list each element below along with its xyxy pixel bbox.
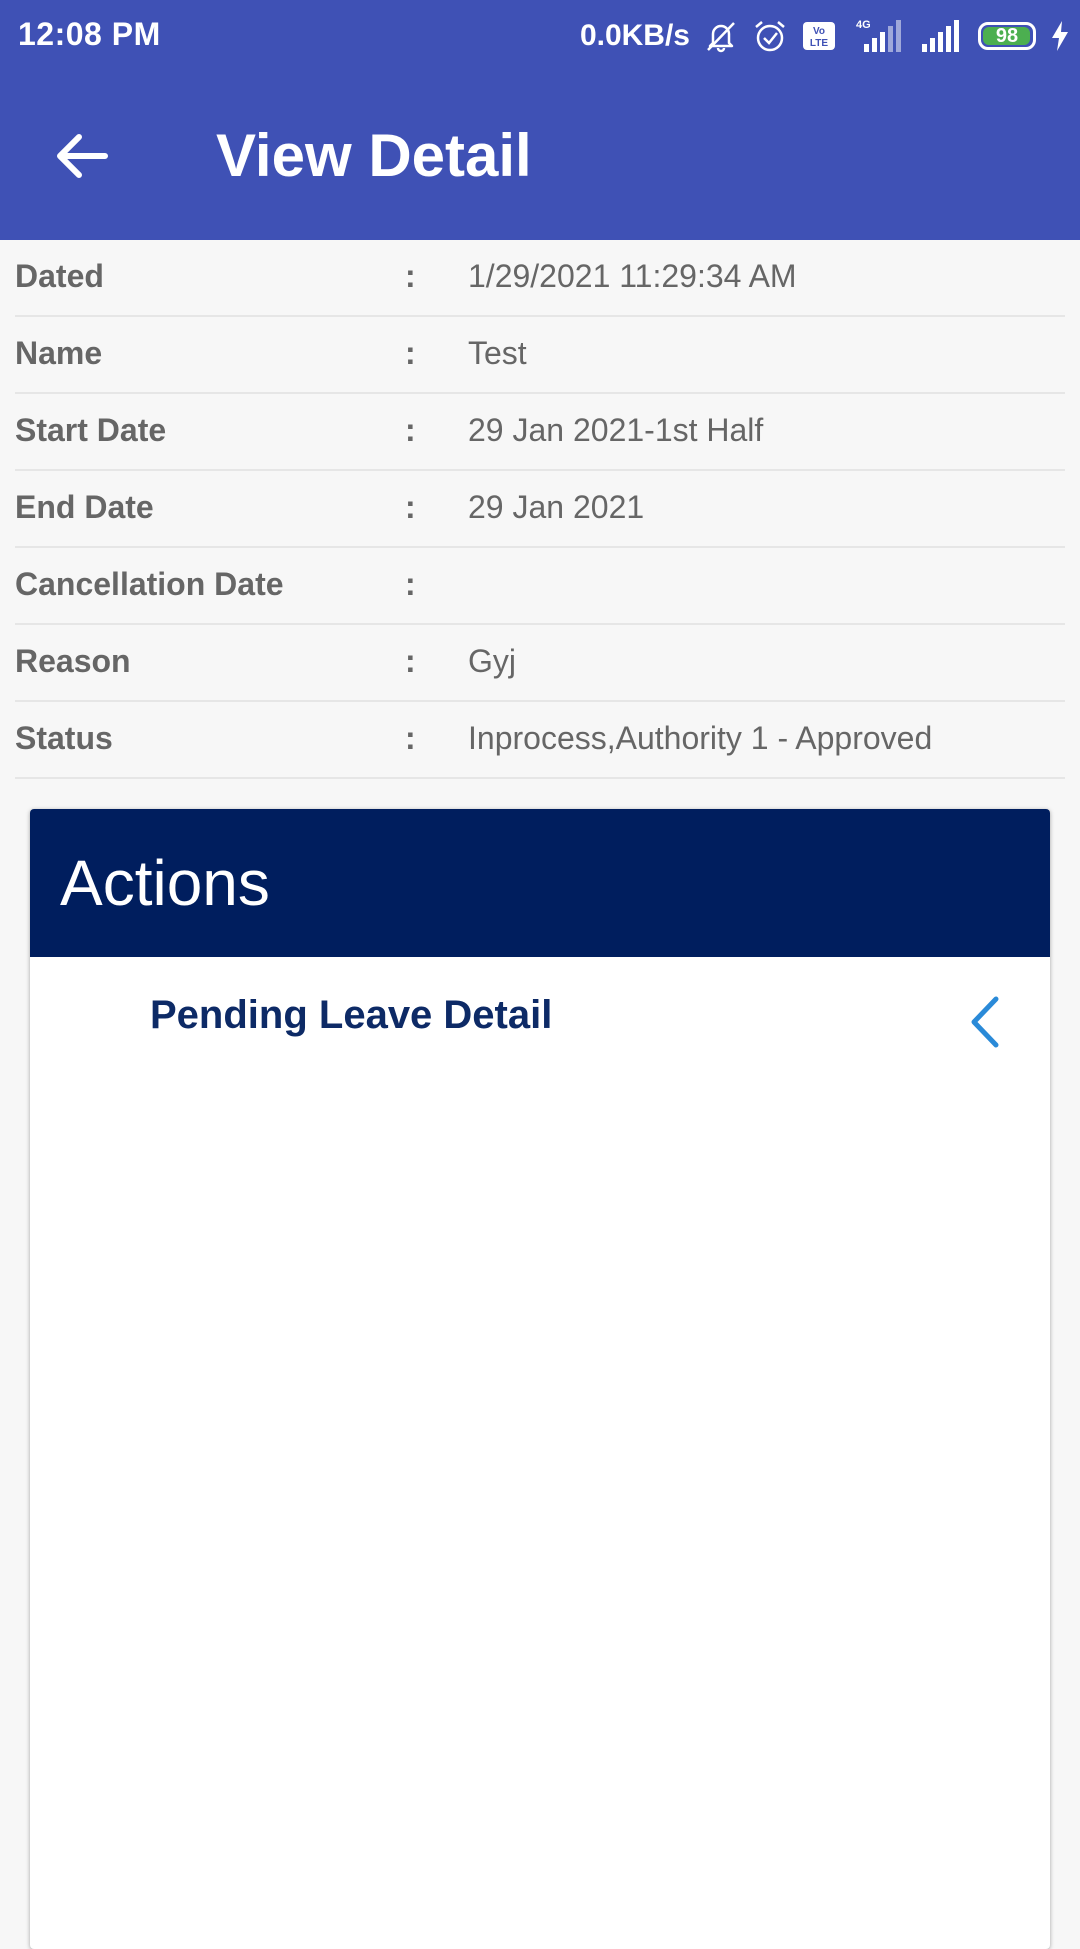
detail-value: Test [468,335,527,371]
detail-label: Status [15,720,113,756]
arrow-left-icon [57,134,108,178]
detail-label: Reason [15,643,131,679]
actions-header: Actions [30,809,1050,957]
battery-level: 98 [995,24,1019,47]
charging-icon [1050,20,1070,52]
detail-label: Name [15,335,103,371]
detail-label: Cancellation Date [15,566,284,602]
detail-row-dated: Dated : 1/29/2021 11:29:34 AM [15,240,1065,317]
actions-card: Actions Pending Leave Detail [30,809,1050,1949]
detail-value: Inprocess,Authority 1 - Approved [468,720,933,756]
action-item-pending-leave-detail[interactable]: Pending Leave Detail [30,957,1050,1077]
detail-value: Gyj [468,643,516,679]
detail-separator: : [405,643,416,679]
alarm-icon [752,18,788,54]
detail-separator: : [405,258,416,294]
detail-list: Dated : 1/29/2021 11:29:34 AM Name : Tes… [15,240,1065,779]
back-button[interactable] [50,124,114,188]
status-icons: 0.0KB/s Vo LTE 4G 98 [580,12,1070,60]
status-bar: 12:08 PM 0.0KB/s Vo LTE 4G 98 [0,0,1080,72]
detail-row-start-date: Start Date : 29 Jan 2021-1st Half [15,394,1065,471]
detail-row-cancellation-date: Cancellation Date : [15,548,1065,625]
action-item-label: Pending Leave Detail [150,993,553,1037]
app-bar: View Detail [0,72,1080,240]
volte-icon: Vo LTE [802,21,836,51]
detail-separator: : [405,489,416,525]
network-type-label: 4G [856,19,871,31]
signal-4g-icon: 4G [850,16,906,56]
detail-value: 1/29/2021 11:29:34 AM [468,258,797,294]
detail-label: Dated [15,258,104,294]
detail-separator: : [405,566,416,602]
network-speed: 0.0KB/s [579,19,690,52]
detail-label: Start Date [15,412,167,448]
detail-row-name: Name : Test [15,317,1065,394]
actions-title: Actions [60,847,270,919]
detail-separator: : [405,335,416,371]
detail-row-reason: Reason : Gyj [15,625,1065,702]
chevron-left-icon[interactable] [964,995,1008,1049]
mute-icon [704,19,738,53]
volte-text-vo: Vo [813,26,825,37]
detail-separator: : [405,412,416,448]
detail-label: End Date [15,489,154,525]
detail-row-status: Status : Inprocess,Authority 1 - Approve… [15,702,1065,779]
detail-value: 29 Jan 2021-1st Half [468,412,764,448]
detail-value: 29 Jan 2021 [468,489,645,525]
volte-text-lte: LTE [810,38,828,49]
page-title: View Detail [216,122,532,189]
detail-separator: : [405,720,416,756]
signal-icon [920,18,964,54]
status-time: 12:08 PM [18,16,161,52]
battery-icon: 98 [978,22,1036,50]
detail-row-end-date: End Date : 29 Jan 2021 [15,471,1065,548]
